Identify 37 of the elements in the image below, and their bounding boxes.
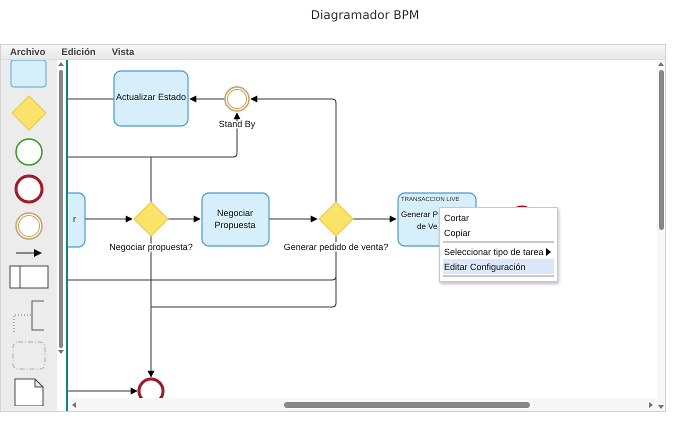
task-label: de Ve	[417, 222, 438, 231]
sequence-flow	[68, 388, 138, 394]
end-event-icon[interactable]	[14, 174, 44, 204]
context-menu-item[interactable]: Seleccionar tipo de tarea	[443, 244, 554, 259]
menu-item[interactable]: Archivo	[10, 46, 46, 58]
context-menu-item[interactable]: Cortar	[443, 210, 554, 225]
task-label: r	[73, 214, 76, 224]
gateway-shape	[318, 201, 354, 237]
app-title: Diagramador BPM	[310, 8, 420, 24]
scroll-down-icon[interactable]	[657, 403, 665, 411]
sequence-flow	[352, 216, 397, 222]
task-shape	[201, 192, 270, 247]
pool-icon[interactable]	[10, 266, 48, 288]
sequence-flow	[84, 216, 133, 222]
task-label: Negociar	[216, 208, 254, 218]
task-label: Generar P	[401, 210, 438, 219]
task-label: Actualizar Estado	[116, 92, 186, 102]
annotation-icon[interactable]	[14, 300, 44, 332]
sequence-flow	[168, 216, 201, 222]
sequence-flow	[189, 96, 226, 102]
arrow-icon[interactable]	[16, 249, 42, 257]
intermediate-event-icon[interactable]	[15, 212, 43, 240]
task-shape-icon[interactable]	[10, 60, 46, 88]
scroll-left-icon[interactable]	[70, 400, 78, 408]
context-menu-item[interactable]: Editar Configuración	[443, 259, 554, 274]
task-shape	[68, 192, 86, 248]
sequence-flow	[268, 216, 318, 222]
task-label: Propuesta	[214, 220, 256, 230]
context-menu-item[interactable]: Copiar	[443, 225, 554, 240]
start-event-icon[interactable]	[15, 138, 43, 166]
gateway-shape	[133, 201, 169, 237]
scroll-down-icon[interactable]	[57, 348, 66, 356]
scroll-right-icon[interactable]	[647, 400, 655, 408]
intermediate-event-shape	[224, 86, 250, 112]
document-icon[interactable]	[14, 378, 44, 406]
menu-item[interactable]: Vista	[112, 46, 134, 58]
menu-item[interactable]: Edición	[61, 46, 96, 58]
